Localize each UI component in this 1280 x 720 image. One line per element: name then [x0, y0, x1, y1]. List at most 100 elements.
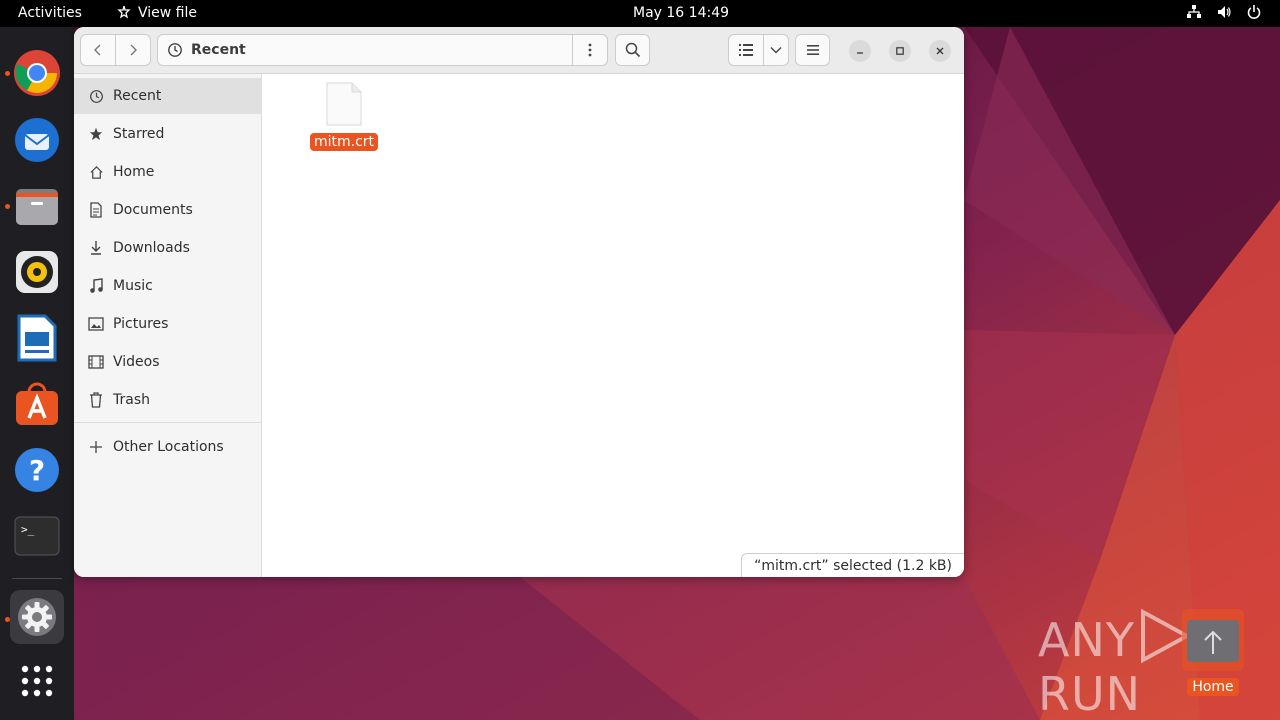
sidebar-item-documents[interactable]: Documents	[74, 192, 262, 228]
home-icon	[88, 164, 104, 180]
svg-text:>_: >_	[21, 523, 35, 536]
desktop-home-label: Home	[1187, 678, 1239, 696]
close-button[interactable]	[929, 40, 951, 62]
sidebar-item-other-locations[interactable]: Other Locations	[74, 429, 262, 465]
sidebar-item-label: Home	[113, 164, 155, 180]
hamburger-menu-icon	[806, 45, 819, 55]
top-bar: Activities View file May 16 14:49	[0, 0, 1280, 27]
settings-gear-icon	[18, 598, 56, 636]
sidebar: Recent Starred Home Documents Downloads …	[74, 74, 262, 577]
desktop-home-icon[interactable]: Home	[1180, 608, 1246, 698]
header-bar: Recent	[74, 27, 964, 74]
files-window: Recent Recent Starred Home Documents Dow…	[74, 27, 964, 577]
files-icon	[16, 189, 58, 225]
app-grid-icon	[21, 665, 53, 697]
clock[interactable]: May 16 14:49	[633, 5, 729, 21]
dock-separator	[12, 578, 62, 579]
network-icon	[1187, 5, 1201, 18]
app-menu-icon	[117, 5, 131, 19]
location-menu-button[interactable]	[572, 34, 608, 66]
sidebar-item-label: Recent	[113, 88, 162, 104]
sidebar-item-label: Music	[113, 278, 153, 294]
plus-icon	[88, 439, 104, 455]
maximize-button[interactable]	[889, 40, 911, 62]
power-icon	[1247, 5, 1261, 19]
path-bar[interactable]: Recent	[157, 34, 608, 66]
home-folder-icon	[1182, 609, 1244, 671]
minimize-button[interactable]	[849, 40, 871, 62]
sidebar-item-music[interactable]: Music	[74, 268, 262, 304]
help-icon: ?	[15, 448, 59, 492]
dock-libreoffice-writer[interactable]	[10, 311, 64, 365]
volume-icon	[1218, 6, 1231, 18]
sidebar-item-home[interactable]: Home	[74, 154, 262, 190]
video-icon	[88, 354, 104, 370]
dock-help[interactable]: ?	[10, 443, 64, 497]
selection-status-text: “mitm.crt” selected (1.2 kB)	[754, 557, 952, 574]
dock-ubuntu-software[interactable]	[10, 377, 64, 431]
file-item[interactable]: mitm.crt	[309, 82, 379, 151]
chevron-right-icon	[130, 44, 137, 56]
dock-rhythmbox[interactable]	[10, 245, 64, 299]
software-store-icon	[16, 382, 58, 425]
list-view-icon	[739, 44, 753, 56]
file-view[interactable]: mitm.crt “mitm.crt” selected (1.2 kB)	[263, 74, 964, 577]
thunderbird-icon	[15, 118, 59, 162]
sidebar-item-starred[interactable]: Starred	[74, 116, 262, 152]
current-location-label: Recent	[191, 42, 246, 58]
close-icon	[936, 47, 944, 55]
app-menu-label: View file	[138, 5, 197, 21]
sidebar-item-videos[interactable]: Videos	[74, 344, 262, 380]
dock-terminal[interactable]: >_	[10, 509, 64, 563]
sidebar-item-pictures[interactable]: Pictures	[74, 306, 262, 342]
status-bar: “mitm.crt” selected (1.2 kB)	[741, 553, 964, 577]
dock-show-applications[interactable]	[10, 654, 64, 708]
sidebar-item-label: Trash	[113, 392, 150, 408]
dock-settings[interactable]	[10, 590, 64, 644]
sidebar-item-label: Other Locations	[113, 439, 224, 455]
writer-icon	[17, 314, 57, 362]
search-button[interactable]	[615, 34, 650, 66]
clock-icon	[168, 43, 182, 57]
sidebar-item-label: Starred	[113, 126, 165, 142]
picture-icon	[88, 316, 104, 332]
chrome-icon	[14, 50, 60, 96]
rhythmbox-icon	[16, 251, 58, 293]
forward-button[interactable]	[115, 34, 151, 66]
vertical-ellipsis-icon	[588, 43, 592, 57]
sidebar-item-label: Downloads	[113, 240, 190, 256]
app-menu[interactable]: View file	[116, 5, 197, 21]
view-options-button[interactable]	[763, 34, 789, 66]
dock-thunderbird[interactable]	[10, 113, 64, 167]
dock-chrome[interactable]	[10, 46, 64, 100]
sidebar-item-recent[interactable]: Recent	[74, 78, 262, 114]
search-icon	[625, 42, 640, 58]
star-icon	[88, 126, 104, 142]
main-menu-button[interactable]	[795, 34, 830, 66]
generic-file-icon	[326, 82, 362, 126]
chevron-left-icon	[94, 44, 101, 56]
chevron-down-icon	[770, 47, 782, 54]
sidebar-item-label: Videos	[113, 354, 160, 370]
sidebar-item-label: Pictures	[113, 316, 169, 332]
trash-icon	[88, 392, 104, 408]
terminal-icon: >_	[14, 516, 60, 556]
dock: ? >_	[0, 27, 74, 720]
minimize-icon	[857, 52, 863, 54]
view-mode-button[interactable]	[728, 34, 764, 66]
sidebar-item-downloads[interactable]: Downloads	[74, 230, 262, 266]
music-icon	[88, 278, 104, 294]
dock-files[interactable]	[10, 179, 64, 233]
back-button[interactable]	[80, 34, 116, 66]
system-tray[interactable]	[1186, 4, 1262, 20]
document-icon	[88, 202, 104, 218]
activities-button[interactable]: Activities	[18, 5, 82, 21]
maximize-icon	[896, 47, 904, 55]
sidebar-separator	[74, 422, 262, 423]
clock-icon	[88, 88, 104, 104]
sidebar-item-label: Documents	[113, 202, 193, 218]
download-icon	[88, 240, 104, 256]
sidebar-item-trash[interactable]: Trash	[74, 382, 262, 418]
svg-text:?: ?	[29, 454, 45, 487]
file-name-label: mitm.crt	[309, 133, 379, 151]
